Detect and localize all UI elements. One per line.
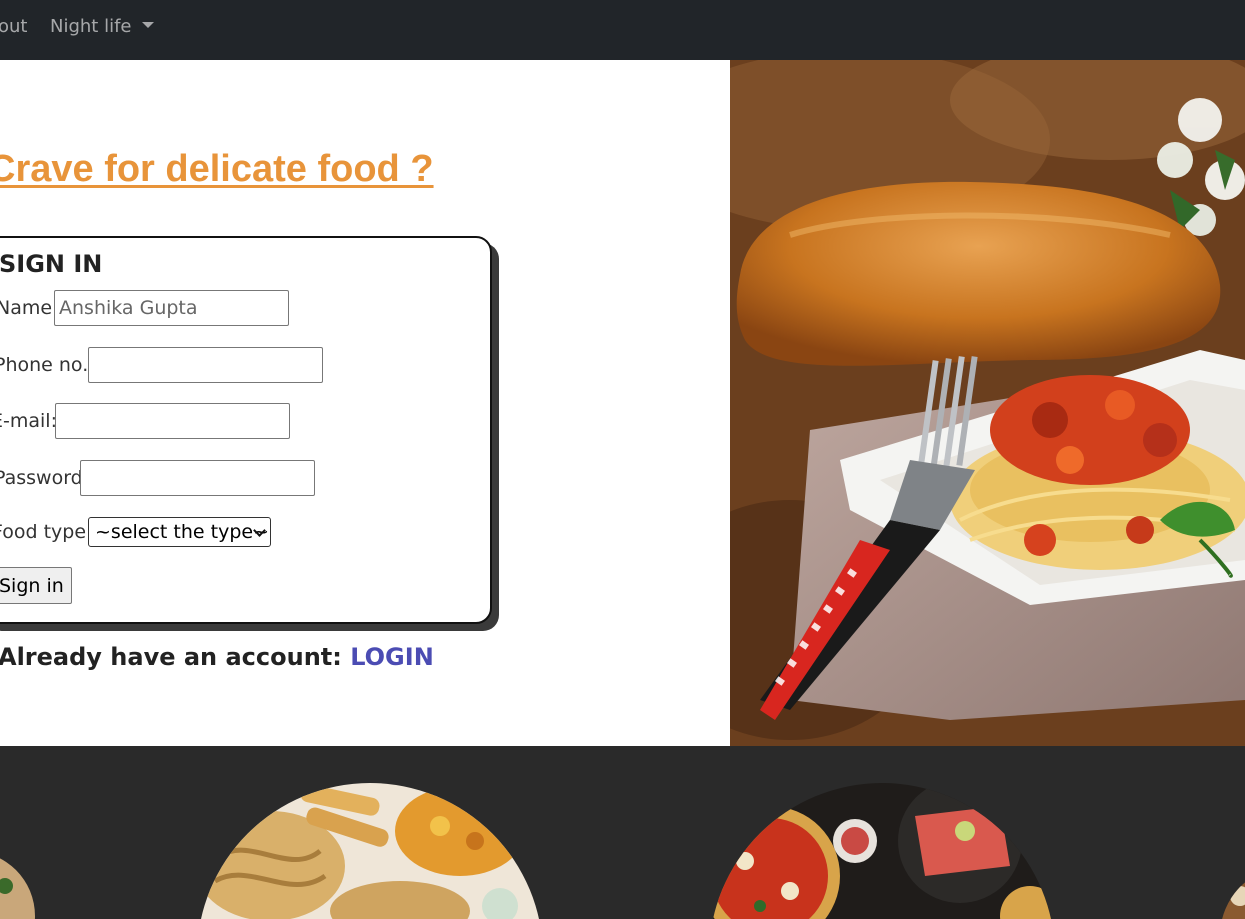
nav-item-night-life-dropdown[interactable]: Night life [50, 14, 154, 40]
password-input[interactable] [80, 460, 315, 496]
name-label: Name: [0, 297, 59, 319]
food-thumbnail-asian-dishes[interactable] [190, 776, 550, 919]
food-thumbnail-1[interactable] [0, 846, 40, 919]
phone-label: Phone no.: [0, 354, 95, 376]
name-input[interactable]: Anshika Gupta [54, 290, 289, 326]
food-type-select[interactable]: ~select the type~ [88, 517, 271, 547]
hero-food-image [730, 60, 1245, 746]
phone-input[interactable] [88, 347, 323, 383]
dropdown-caret-icon [141, 22, 154, 28]
already-account-text: Already have an account: LOGIN [0, 643, 434, 671]
page-headline: Crave for delicate food ? [0, 148, 434, 190]
sign-in-title: SIGN IN [0, 250, 103, 278]
nav-item-about[interactable]: out [0, 14, 27, 40]
nav-item-label: Night life [50, 16, 132, 37]
login-link[interactable]: LOGIN [350, 643, 434, 671]
featured-food-thumbnails [0, 776, 1245, 919]
food-type-label: Food type: [0, 521, 93, 543]
food-thumbnail-4[interactable] [1210, 856, 1245, 919]
password-label: Password: [0, 467, 90, 489]
featured-food-strip [0, 746, 1245, 919]
email-label: E-mail: [0, 410, 57, 432]
nav-item-label: out [0, 16, 28, 37]
email-input[interactable] [55, 403, 290, 439]
hero-food-illustration [730, 60, 1245, 746]
navbar: out Night life [0, 0, 1245, 60]
already-account-prompt: Already have an account: [0, 643, 351, 671]
food-type-selected-value: ~select the type~ [95, 521, 269, 543]
food-thumbnail-pizza-platter[interactable] [700, 776, 1070, 919]
sign-in-button[interactable]: Sign in [0, 567, 72, 604]
